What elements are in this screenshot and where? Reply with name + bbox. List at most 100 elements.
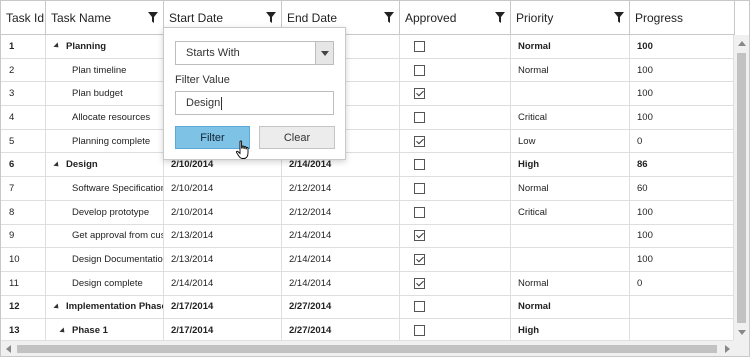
- cell-priority: Critical: [511, 106, 630, 129]
- cell-name: Phase 1: [46, 319, 164, 342]
- cell-start: 2/17/2014: [164, 295, 282, 319]
- table-row[interactable]: 10 Design Documentation 2/13/2014 2/14/2014…: [1, 248, 735, 272]
- expand-caret-icon[interactable]: [59, 327, 67, 335]
- filter-icon[interactable]: [614, 12, 624, 23]
- table-row[interactable]: 5 Planning complete Low 0: [1, 129, 735, 154]
- vertical-scrollbar[interactable]: [733, 35, 749, 341]
- table-row[interactable]: 7 Software Specification 2/10/2014 2/12/201…: [1, 177, 735, 201]
- cell-approved: [400, 224, 511, 248]
- unchecked-checkbox[interactable]: [414, 325, 425, 337]
- table-row[interactable]: 12 Implementation Phase 2/17/2014 2/27/2014…: [1, 295, 735, 320]
- cell-priority: [511, 248, 630, 271]
- task-name-text: Planning complete: [72, 135, 151, 147]
- checked-checkbox[interactable]: [414, 254, 425, 266]
- checked-checkbox[interactable]: [414, 88, 425, 100]
- filter-icon[interactable]: [266, 12, 276, 23]
- filter-operator-dropdown[interactable]: Starts With: [175, 41, 334, 65]
- expand-caret-icon[interactable]: [53, 303, 61, 311]
- column-header[interactable]: Progress: [630, 1, 735, 35]
- cell-end: 2/12/2014: [282, 200, 400, 224]
- cell-progress: 100: [630, 248, 735, 271]
- filter-icon[interactable]: [148, 12, 158, 23]
- cell-id: 4: [1, 106, 46, 129]
- cell-approved: [400, 200, 511, 224]
- task-name-text: Design Documentation: [72, 254, 164, 266]
- cell-approved: [400, 177, 511, 200]
- cell-end: 2/14/2014: [282, 224, 400, 248]
- chevron-down-icon[interactable]: [315, 42, 333, 64]
- scroll-left-arrow-icon[interactable]: [6, 345, 11, 353]
- table-row[interactable]: 3 Plan budget 100: [1, 82, 735, 107]
- task-name-text: Planning: [66, 40, 107, 52]
- table-row[interactable]: 2 Plan timeline Normal 100: [1, 58, 735, 83]
- filter-icon[interactable]: [495, 12, 505, 23]
- table-row[interactable]: 6 Design 2/10/2014 2/14/2014 High 86: [1, 153, 735, 178]
- unchecked-checkbox[interactable]: [414, 40, 425, 52]
- cell-progress: 100: [630, 82, 735, 106]
- filter-popup: Starts With Filter Value Design Filter C…: [163, 27, 346, 160]
- cell-end: 2/14/2014: [282, 248, 400, 271]
- column-header-label: Start Date: [169, 11, 224, 25]
- column-header-label: Priority: [516, 11, 554, 25]
- cell-name: Planning: [46, 35, 164, 58]
- column-header[interactable]: Priority: [511, 1, 630, 35]
- expand-caret-icon[interactable]: [53, 42, 61, 50]
- cell-end: 2/12/2014: [282, 177, 400, 200]
- cell-name: Design: [46, 153, 164, 177]
- expand-caret-icon[interactable]: [53, 161, 61, 169]
- cell-name: Get approval from customer: [46, 224, 164, 248]
- table-row[interactable]: 1 Planning Normal 100: [1, 35, 735, 59]
- unchecked-checkbox[interactable]: [414, 159, 425, 171]
- cell-id: 10: [1, 248, 46, 271]
- cell-priority: Normal: [511, 177, 630, 200]
- task-name-text: Allocate resources: [72, 111, 151, 123]
- cell-approved: [400, 106, 511, 129]
- filter-icon[interactable]: [384, 12, 394, 23]
- horizontal-scroll-thumb[interactable]: [17, 345, 717, 353]
- filter-operator-value: Starts With: [186, 47, 240, 59]
- scroll-right-arrow-icon[interactable]: [725, 345, 730, 353]
- clear-button[interactable]: Clear: [259, 126, 335, 149]
- grid-body: 1 Planning Normal 100 2 Plan timeline Normal 10…: [1, 35, 735, 343]
- cell-approved: [400, 129, 511, 153]
- column-header[interactable]: Task Name: [46, 1, 164, 35]
- checked-checkbox[interactable]: [414, 277, 425, 289]
- table-row[interactable]: 8 Develop prototype 2/10/2014 2/12/2014 Crit…: [1, 200, 735, 225]
- scroll-down-arrow-icon[interactable]: [738, 330, 746, 335]
- column-header[interactable]: Approved: [400, 1, 511, 35]
- cell-approved: [400, 153, 511, 177]
- unchecked-checkbox[interactable]: [414, 182, 425, 194]
- text-caret: [221, 96, 223, 110]
- cell-progress: 100: [630, 58, 735, 82]
- scroll-up-arrow-icon[interactable]: [738, 41, 746, 46]
- cell-name: Implementation Phase: [46, 295, 164, 319]
- filter-value-label: Filter Value: [175, 74, 230, 86]
- cell-start: 2/14/2014: [164, 271, 282, 295]
- cell-progress: [630, 295, 735, 319]
- checked-checkbox[interactable]: [414, 135, 425, 147]
- cell-end: 2/27/2014: [282, 295, 400, 319]
- filter-value-input[interactable]: Design: [175, 91, 334, 115]
- task-name-text: Phase 1: [72, 325, 108, 337]
- cell-id: 13: [1, 319, 46, 342]
- vertical-scroll-thumb[interactable]: [737, 53, 746, 323]
- cell-progress: 60: [630, 177, 735, 200]
- checked-checkbox[interactable]: [414, 230, 425, 242]
- tree-grid: Task Id Task Name Start Date End Date Approv…: [0, 0, 750, 357]
- cell-name: Allocate resources: [46, 106, 164, 129]
- unchecked-checkbox[interactable]: [414, 111, 425, 123]
- task-name-text: Plan timeline: [72, 64, 127, 76]
- cell-start: 2/13/2014: [164, 248, 282, 271]
- task-name-text: Implementation Phase: [66, 301, 164, 313]
- unchecked-checkbox[interactable]: [414, 301, 425, 313]
- unchecked-checkbox[interactable]: [414, 206, 425, 218]
- horizontal-scrollbar[interactable]: [1, 340, 735, 356]
- cell-progress: [630, 319, 735, 342]
- grid-header: Task Id Task Name Start Date End Date Approv…: [1, 1, 735, 35]
- table-row[interactable]: 9 Get approval from customer2/13/20142/14…: [1, 224, 735, 249]
- column-header[interactable]: Task Id: [1, 1, 46, 35]
- table-row[interactable]: 11 Design complete 2/14/2014 2/14/2014 Norma…: [1, 271, 735, 296]
- table-row[interactable]: 4 Allocate resources Critical 100: [1, 106, 735, 130]
- cell-start: 2/13/2014: [164, 224, 282, 248]
- unchecked-checkbox[interactable]: [414, 64, 425, 76]
